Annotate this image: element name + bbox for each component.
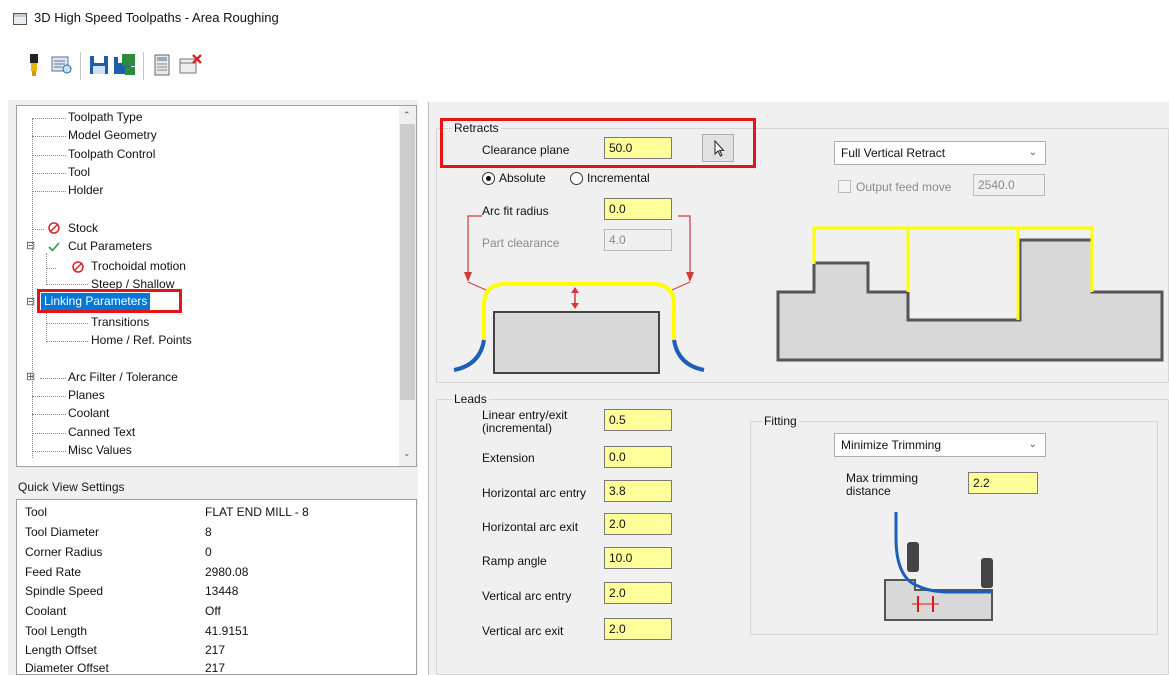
absolute-radio[interactable] <box>482 172 495 185</box>
retract-diagram <box>453 215 705 374</box>
leads-group-label: Leads <box>452 392 489 406</box>
tree-item-planes[interactable]: Planes <box>68 388 105 403</box>
save-icon[interactable] <box>88 53 110 77</box>
vertical-arc-exit-input[interactable]: 2.0 <box>604 618 672 640</box>
tree-item-toolpath-type[interactable]: Toolpath Type <box>68 110 143 125</box>
qv-key: Tool Length <box>25 624 88 638</box>
scroll-down-icon[interactable]: ⌄ <box>403 448 411 459</box>
output-feed-move-input[interactable]: 2540.0 <box>973 174 1045 196</box>
incremental-radio[interactable] <box>570 172 583 185</box>
chevron-down-icon: ⌄ <box>1028 147 1037 158</box>
extension-label: Extension <box>482 451 535 465</box>
tool-icon[interactable] <box>23 53 45 77</box>
save-all-icon[interactable] <box>113 53 135 77</box>
qv-value: 41.9151 <box>205 624 249 638</box>
toolbar <box>0 40 1169 100</box>
qv-value: 2980.08 <box>205 565 249 579</box>
calculator-icon[interactable] <box>151 53 173 77</box>
linear-entry-exit-input[interactable]: 0.5 <box>604 409 672 431</box>
chevron-down-icon: ⌄ <box>1028 439 1037 450</box>
qv-value: FLAT END MILL - 8 <box>205 505 309 519</box>
window-title: 3D High Speed Toolpaths - Area Roughing <box>34 10 279 25</box>
qv-key: Coolant <box>25 604 67 618</box>
tree-item-home-ref-points[interactable]: Home / Ref. Points <box>91 333 192 348</box>
full-vertical-retract-diagram <box>776 226 1164 362</box>
vertical-arc-entry-input[interactable]: 2.0 <box>604 582 672 604</box>
fitting-mode-select[interactable]: Minimize Trimming ⌄ <box>834 433 1046 457</box>
qv-key: Tool <box>25 505 48 519</box>
tree-item-transitions[interactable]: Transitions <box>91 315 149 330</box>
horizontal-arc-entry-label: Horizontal arc entry <box>482 486 587 500</box>
tree-item-coolant[interactable]: Coolant <box>68 406 109 421</box>
output-feed-move-checkbox[interactable] <box>838 180 851 193</box>
ramp-angle-label: Ramp angle <box>482 554 547 568</box>
qv-value: 0 <box>205 545 212 559</box>
horizontal-arc-exit-input[interactable]: 2.0 <box>604 513 672 535</box>
checkmark-icon <box>47 240 61 258</box>
retract-type-select[interactable]: Full Vertical Retract ⌄ <box>834 141 1046 165</box>
horizontal-arc-entry-input[interactable]: 3.8 <box>604 480 672 502</box>
tree-item-arc-filter-tolerance[interactable]: Arc Filter / Tolerance <box>68 370 178 385</box>
tree-item-tool[interactable]: Tool <box>68 165 90 180</box>
qv-key: Length Offset <box>25 643 97 657</box>
tree-item-toolpath-control[interactable]: Toolpath Control <box>68 147 155 162</box>
max-trimming-distance-input[interactable]: 2.2 <box>968 472 1038 494</box>
qv-key: Tool Diameter <box>25 525 100 539</box>
tree-item-misc-values[interactable]: Misc Values <box>68 443 132 458</box>
collapse-icon[interactable]: ⊟ <box>26 295 35 310</box>
tree-item-trochoidal-motion[interactable]: Trochoidal motion <box>91 259 186 274</box>
tree-item-stock[interactable]: Stock <box>68 221 98 236</box>
disabled-icon <box>71 260 85 278</box>
vertical-arc-entry-label: Vertical arc entry <box>482 589 572 603</box>
qv-key: Spindle Speed <box>25 584 104 598</box>
tree-item-model-geometry[interactable]: Model Geometry <box>68 128 157 143</box>
output-feed-move-label: Output feed move <box>856 180 952 194</box>
tree-item-canned-text[interactable]: Canned Text <box>68 425 135 440</box>
horizontal-arc-exit-label: Horizontal arc exit <box>482 520 579 534</box>
collapse-icon[interactable]: ⊟ <box>26 239 35 254</box>
qv-value: 8 <box>205 525 212 539</box>
fitting-group-label: Fitting <box>762 414 799 428</box>
qv-value: 13448 <box>205 584 239 598</box>
incremental-label: Incremental <box>587 171 650 185</box>
expand-icon[interactable]: ⊞ <box>26 370 35 385</box>
qv-value: Off <box>205 604 221 618</box>
fitting-diagram <box>884 512 993 621</box>
max-trimming-distance-label: Max trimming distance <box>846 471 919 498</box>
qv-key: Feed Rate <box>25 565 82 579</box>
preview-icon[interactable] <box>50 53 72 77</box>
tree-item-cut-parameters[interactable]: Cut Parameters <box>68 239 152 254</box>
quick-view-title: Quick View Settings <box>18 480 125 494</box>
linear-entry-exit-label: Linear entry/exit (incremental) <box>482 408 568 435</box>
cancel-icon[interactable] <box>178 53 202 77</box>
retract-type-value: Full Vertical Retract <box>841 146 946 160</box>
window-icon <box>13 13 27 25</box>
absolute-label: Absolute <box>499 171 546 185</box>
qv-value: 217 <box>205 643 226 657</box>
qv-value: 217 <box>205 661 226 675</box>
qv-key: Corner Radius <box>25 545 103 559</box>
clearance-plane-highlight <box>440 118 756 168</box>
tree-scroll-thumb[interactable] <box>400 124 415 400</box>
extension-input[interactable]: 0.0 <box>604 446 672 468</box>
linking-parameters-highlight <box>37 289 182 313</box>
tree-item-holder[interactable]: Holder <box>68 183 103 198</box>
fitting-mode-value: Minimize Trimming <box>841 438 942 452</box>
scroll-up-icon[interactable]: ⌃ <box>403 110 411 121</box>
ramp-angle-input[interactable]: 10.0 <box>604 547 672 569</box>
qv-key: Diameter Offset <box>25 661 109 675</box>
disabled-icon <box>47 221 61 239</box>
vertical-arc-exit-label: Vertical arc exit <box>482 624 564 638</box>
